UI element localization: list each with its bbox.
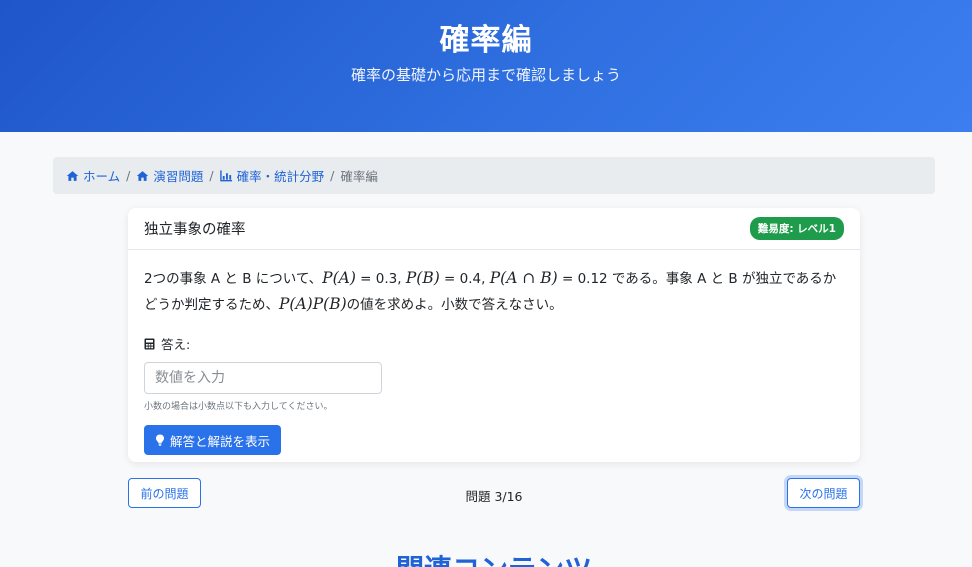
breadcrumb-statistics[interactable]: 確率・統計分野 xyxy=(219,166,325,185)
breadcrumb-current: 確率編 xyxy=(340,169,378,184)
page-subtitle: 確率の基礎から応用まで確認しましょう xyxy=(350,66,621,84)
breadcrumb-exercises[interactable]: 演習問題 xyxy=(136,166,203,185)
page-title: 確率編 xyxy=(439,23,533,58)
math-papb: P(A)P(B) xyxy=(279,295,347,313)
breadcrumb-home[interactable]: ホーム xyxy=(66,166,120,185)
breadcrumb-statistics-label: 確率・統計分野 xyxy=(236,169,325,184)
chart-icon xyxy=(219,169,232,181)
math-pab: P(A ∩ B) xyxy=(489,269,558,287)
question-eq2: = 0.4, xyxy=(439,271,490,287)
answer-label-text: 答え: xyxy=(161,337,191,352)
card-header: 独立事象の確率 難易度: レベル1 xyxy=(128,208,860,250)
related-content-heading: 関連コンテンツ xyxy=(0,548,972,567)
show-solution-label: 解答と解説を表示 xyxy=(170,433,271,449)
input-hint: 小数の場合は小数点以下も入力してください。 xyxy=(144,402,333,412)
answer-input[interactable] xyxy=(144,362,382,394)
answer-label: 答え: xyxy=(144,334,844,353)
show-solution-button[interactable]: 解答と解説を表示 xyxy=(144,425,282,455)
problem-title: 独立事象の確率 xyxy=(144,222,246,238)
breadcrumb-separator: / xyxy=(126,168,131,183)
home-icon xyxy=(137,170,149,181)
breadcrumb: ホーム / 演習問題 / 確率・統計分野 / 確率編 xyxy=(53,157,935,194)
page-header: 確率編 確率の基礎から応用まで確認しましょう xyxy=(0,0,972,132)
difficulty-badge: 難易度: レベル1 xyxy=(749,217,844,240)
card-body: 2つの事象 A と B について、P(A) = 0.3, P(B) = 0.4,… xyxy=(128,250,860,471)
breadcrumb-separator: / xyxy=(209,168,214,183)
problem-card: 独立事象の確率 難易度: レベル1 2つの事象 A と B について、P(A) … xyxy=(128,208,860,462)
question-text: 2つの事象 A と B について、P(A) = 0.3, P(B) = 0.4,… xyxy=(144,266,844,318)
home-icon xyxy=(66,170,79,181)
next-question-button[interactable]: 次の問題 xyxy=(787,478,860,508)
question-intro: 2つの事象 A と B について、 xyxy=(144,271,323,287)
math-pa: P(A) xyxy=(322,269,356,287)
question-eq1: = 0.3, xyxy=(355,271,406,287)
breadcrumb-exercises-label: 演習問題 xyxy=(153,169,204,184)
question-instruction: の値を求めよ。小数で答えなさい。 xyxy=(346,297,563,313)
lightbulb-icon xyxy=(155,434,165,446)
breadcrumb-separator: / xyxy=(330,168,335,183)
calculator-icon xyxy=(144,338,155,349)
math-pb: P(B) xyxy=(405,269,440,287)
breadcrumb-home-label: ホーム xyxy=(83,169,121,184)
